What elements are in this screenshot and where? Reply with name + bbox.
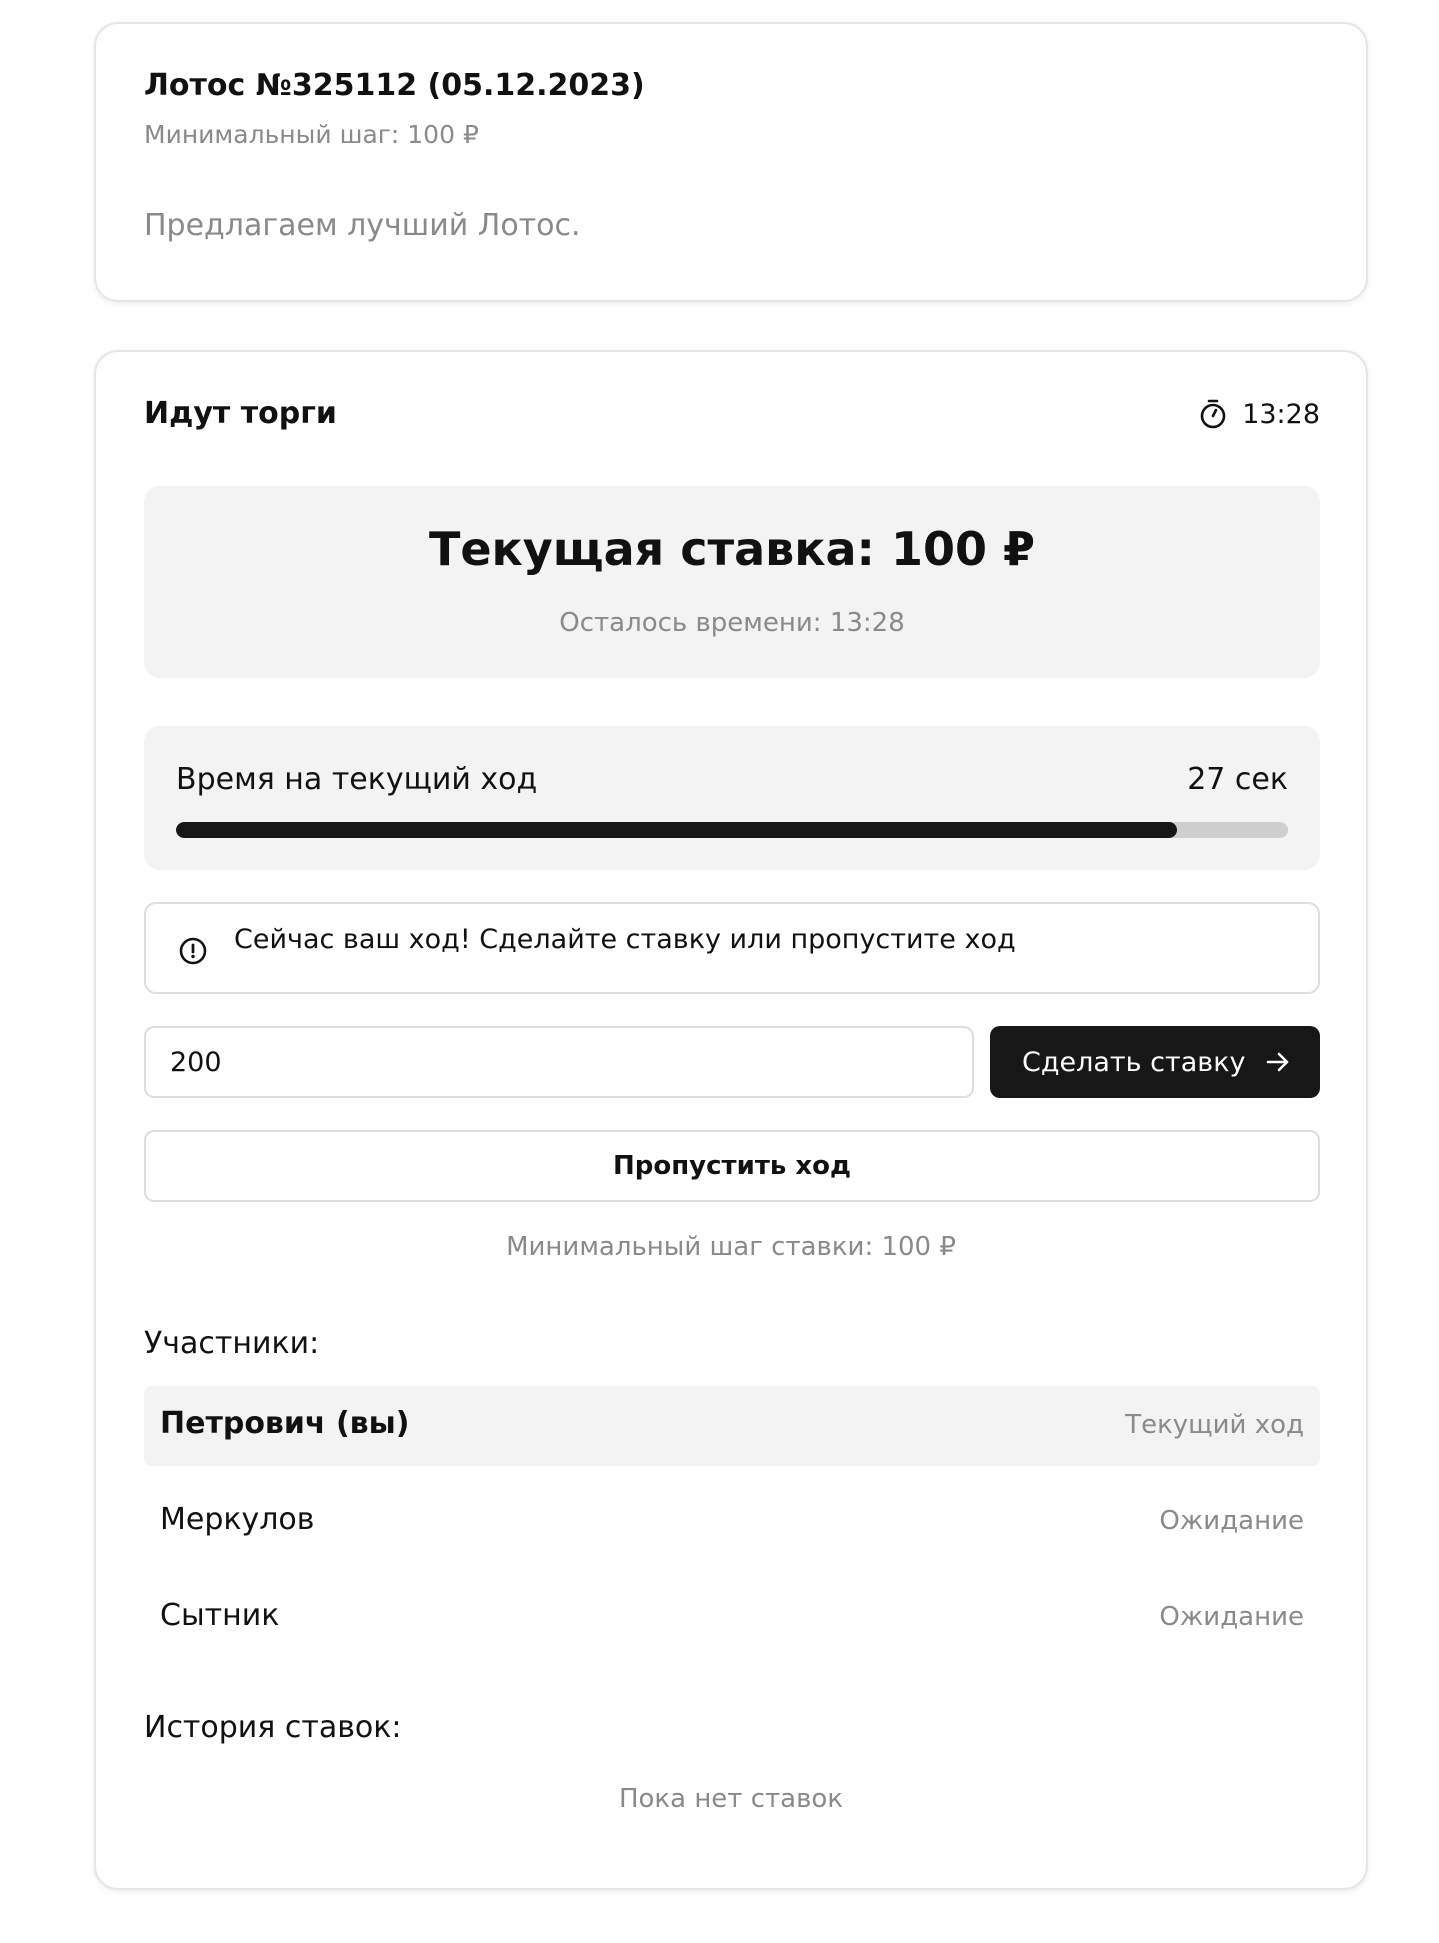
- lot-card: Лотос №325112 (05.12.2023) Минимальный ш…: [94, 22, 1368, 302]
- turn-timer-label: Время на текущий ход: [176, 762, 538, 797]
- participant-name: Петрович (вы): [160, 1406, 410, 1441]
- participant-status: Ожидание: [1159, 1602, 1304, 1632]
- participant-row: Меркулов Ожидание: [144, 1482, 1320, 1562]
- auction-timer: 13:28: [1198, 398, 1320, 430]
- arrow-right-icon: [1266, 1050, 1290, 1081]
- place-bid-button[interactable]: Сделать ставку: [990, 1026, 1320, 1098]
- turn-notice-text: Сейчас ваш ход! Сделайте ставку или проп…: [234, 924, 1016, 955]
- participants-title: Участники:: [144, 1326, 320, 1361]
- participant-status: Ожидание: [1159, 1506, 1304, 1536]
- place-bid-button-label: Сделать ставку: [1022, 1046, 1246, 1078]
- lot-min-step: Минимальный шаг: 100 ₽: [144, 120, 479, 149]
- alert-circle-icon: [178, 936, 208, 970]
- turn-notice: Сейчас ваш ход! Сделайте ставку или проп…: [144, 902, 1320, 994]
- time-remaining: Осталось времени: 13:28: [559, 608, 905, 638]
- bid-amount-input[interactable]: [144, 1026, 974, 1098]
- participant-name: Сытник: [160, 1598, 280, 1633]
- lot-title: Лотос №325112 (05.12.2023): [144, 68, 645, 103]
- participant-status: Текущий ход: [1125, 1410, 1304, 1440]
- turn-timer-seconds: 27 сек: [1187, 762, 1288, 797]
- current-bid: Текущая ставка: 100 ₽: [428, 522, 1036, 576]
- current-bid-panel: Текущая ставка: 100 ₽ Осталось времени: …: [144, 486, 1320, 678]
- bid-history-title: История ставок:: [144, 1710, 402, 1745]
- lot-description: Предлагаем лучший Лотос.: [144, 208, 581, 243]
- skip-turn-button[interactable]: Пропустить ход: [144, 1130, 1320, 1202]
- min-bid-step: Минимальный шаг ставки: 100 ₽: [506, 1232, 956, 1262]
- turn-progress-fill: [176, 822, 1177, 838]
- bid-history-empty: Пока нет ставок: [618, 1784, 844, 1814]
- auction-status: Идут торги: [144, 396, 337, 431]
- turn-progress-bar: [176, 822, 1288, 838]
- stopwatch-icon: [1198, 398, 1228, 430]
- auction-timer-value: 13:28: [1242, 398, 1320, 430]
- turn-timer-panel: Время на текущий ход 27 сек: [144, 726, 1320, 870]
- participant-name: Меркулов: [160, 1502, 315, 1537]
- participant-row: Петрович (вы) Текущий ход: [144, 1386, 1320, 1466]
- auction-card: Идут торги 13:28 Текущая ставка: 100 ₽ О…: [94, 350, 1368, 1890]
- participant-row: Сытник Ожидание: [144, 1578, 1320, 1658]
